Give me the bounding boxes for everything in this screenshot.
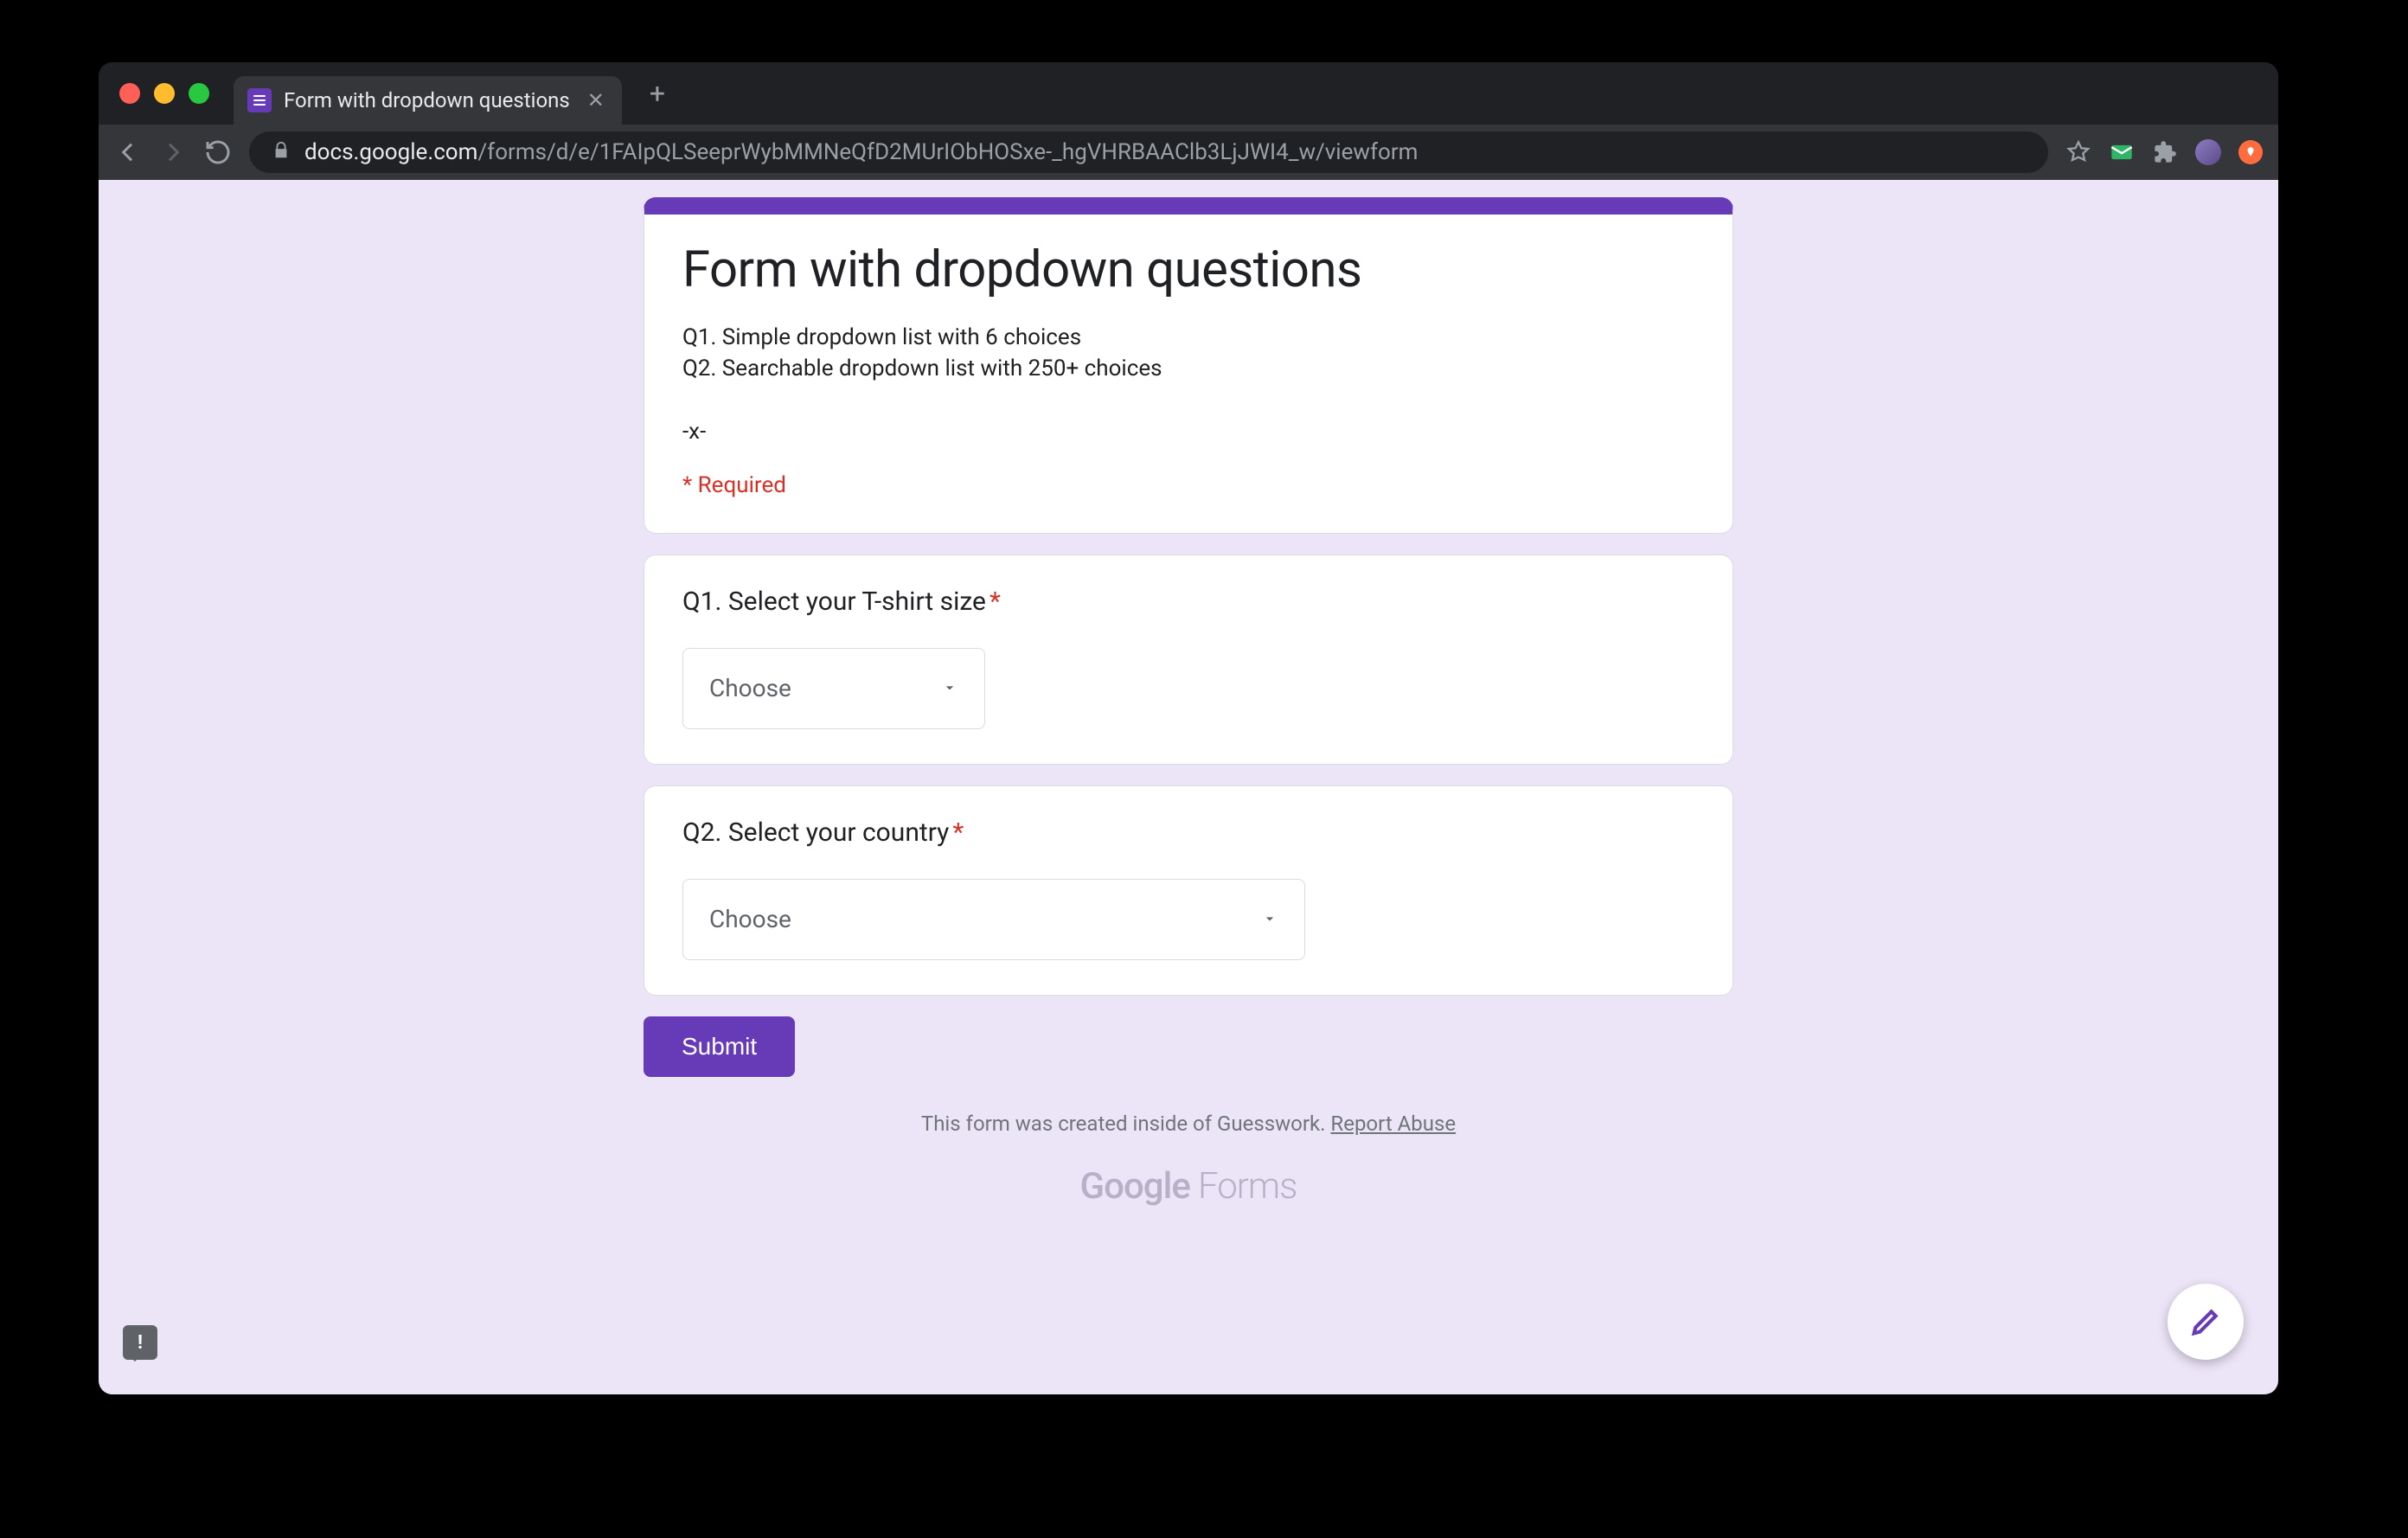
url-input[interactable]: docs.google.com/forms/d/e/1FAIpQLSeeprWy…	[249, 131, 2048, 173]
question-card-2: Q2. Select your country* Choose	[644, 785, 1733, 996]
browser-tab[interactable]: Form with dropdown questions ✕	[234, 76, 622, 125]
report-abuse-link[interactable]: Report Abuse	[1330, 1112, 1456, 1136]
submit-button[interactable]: Submit	[644, 1016, 795, 1077]
question-2-label: Q2. Select your country*	[682, 817, 1694, 848]
url-text: docs.google.com/forms/d/e/1FAIpQLSeeprWy…	[304, 139, 1418, 165]
close-tab-button[interactable]: ✕	[587, 88, 605, 112]
chevron-down-icon	[1261, 905, 1278, 933]
bookmark-star-icon[interactable]	[2065, 139, 2091, 165]
question-card-1: Q1. Select your T-shirt size* Choose	[644, 554, 1733, 765]
dropdown-value: Choose	[709, 674, 791, 702]
maximize-window-button[interactable]	[189, 83, 209, 104]
forward-button[interactable]	[159, 138, 187, 166]
exclamation-icon: !	[138, 1332, 143, 1354]
required-label: * Required	[682, 472, 1694, 498]
feedback-button[interactable]: !	[123, 1325, 157, 1360]
form-title: Form with dropdown questions	[682, 240, 1694, 299]
tab-title: Form with dropdown questions	[284, 88, 570, 112]
forms-favicon-icon	[247, 88, 272, 112]
country-dropdown[interactable]: Choose	[682, 879, 1305, 960]
address-bar: docs.google.com/forms/d/e/1FAIpQLSeeprWy…	[99, 125, 2278, 180]
form-description: Q1. Simple dropdown list with 6 choices …	[682, 322, 1694, 448]
question-1-label: Q1. Select your T-shirt size*	[682, 586, 1694, 617]
browser-window: Form with dropdown questions ✕ + docs.go…	[99, 62, 2278, 1394]
form-container: Form with dropdown questions Q1. Simple …	[644, 180, 1733, 1208]
window-controls	[119, 83, 209, 104]
footer-text: This form was created inside of Guesswor…	[644, 1112, 1733, 1136]
profile-avatar[interactable]	[2195, 139, 2221, 165]
google-forms-logo: Google Forms	[644, 1165, 1733, 1208]
reload-button[interactable]	[204, 138, 232, 166]
dropdown-value: Choose	[709, 905, 791, 933]
minimize-window-button[interactable]	[154, 83, 175, 104]
back-button[interactable]	[114, 138, 142, 166]
mail-extension-icon[interactable]	[2109, 139, 2135, 165]
extensions-puzzle-icon[interactable]	[2152, 139, 2178, 165]
close-window-button[interactable]	[119, 83, 140, 104]
page-viewport: Form with dropdown questions Q1. Simple …	[99, 180, 2278, 1394]
lock-icon	[272, 141, 291, 163]
tshirt-size-dropdown[interactable]: Choose	[682, 648, 985, 729]
edit-form-fab[interactable]	[2168, 1284, 2244, 1360]
toolbar-right	[2065, 139, 2263, 165]
titlebar: Form with dropdown questions ✕ +	[99, 62, 2278, 125]
status-indicator-icon[interactable]	[2238, 140, 2263, 164]
new-tab-button[interactable]: +	[650, 77, 665, 110]
form-header-card: Form with dropdown questions Q1. Simple …	[644, 197, 1733, 534]
chevron-down-icon	[941, 674, 958, 702]
